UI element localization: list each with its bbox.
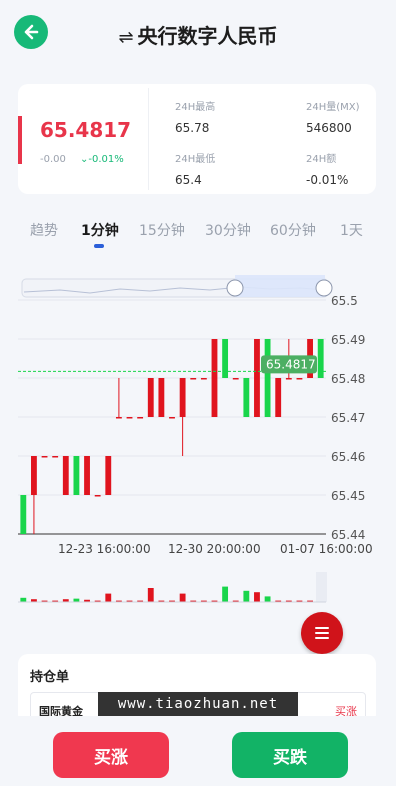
y-tick-label: 65.5 [331, 294, 358, 308]
candle-body [211, 339, 218, 417]
price-change-pct-value: -0.01% [88, 154, 124, 165]
candle-body [264, 339, 271, 417]
tab-trend[interactable]: 趋势 [30, 220, 58, 240]
interval-tabs: 趋势 1分钟 15分钟 30分钟 60分钟 1天 [18, 220, 378, 250]
candle-body [126, 417, 133, 419]
volume-bar [105, 593, 112, 602]
candle-body [200, 378, 207, 380]
tab-30min[interactable]: 30分钟 [205, 220, 251, 240]
last-price-label: 65.4817 [266, 357, 316, 371]
y-tick-label: 65.47 [331, 411, 365, 425]
tab-60min[interactable]: 60分钟 [270, 220, 316, 240]
candle-body [275, 378, 282, 417]
price-accent-bar [18, 116, 22, 164]
menu-icon [315, 627, 329, 639]
stat-volume: 24H量(MX) 546800 [306, 98, 360, 135]
candle-body [147, 378, 154, 417]
candle-body [222, 339, 229, 378]
stat-amount: 24H额 -0.01% [306, 150, 348, 187]
x-tick-label: 12-30 20:00:00 [168, 542, 261, 556]
volume-bar [264, 596, 271, 602]
current-price: 65.4817 [40, 118, 132, 142]
stat-value: -0.01% [306, 173, 349, 187]
candle-body [31, 456, 37, 495]
candle-body [296, 378, 303, 380]
navigator-handle-left [226, 279, 244, 297]
candle-body [73, 456, 80, 495]
volume-bar [20, 597, 27, 602]
candle-body [41, 456, 48, 458]
candle-body [232, 378, 239, 380]
stat-value: 546800 [306, 121, 352, 135]
y-tick-label: 65.45 [331, 489, 365, 503]
kline-chart[interactable]: 65.5 65.49 65.48 65.47 65.46 65.45 65.44 65.481… [0, 262, 396, 612]
stat-label: 24H量(MX) [306, 102, 360, 113]
volume-bar [73, 598, 80, 602]
candle-body [169, 417, 175, 419]
y-tick-label: 65.46 [331, 450, 365, 464]
candle-body [254, 339, 260, 417]
navigator-window [235, 275, 325, 297]
buy-up-button[interactable]: 买涨 [53, 732, 169, 778]
tab-1day[interactable]: 1天 [340, 220, 363, 240]
volume-bar [243, 590, 250, 602]
top-bar: ⇌ 央行数字人民币 [0, 0, 396, 68]
y-tick-label: 65.48 [331, 372, 365, 386]
candle-body [20, 495, 27, 534]
x-tick-label: 12-23 16:00:00 [58, 542, 151, 556]
candle-body [52, 456, 59, 458]
navigator-handle-right [315, 279, 333, 297]
y-tick-label: 65.49 [331, 333, 365, 347]
candle-body [84, 456, 90, 495]
stat-label: 24H最低 [175, 154, 216, 165]
stat-label: 24H最高 [175, 102, 216, 113]
volume-bar [179, 593, 186, 602]
candle-body [317, 339, 324, 378]
x-tick-label: 01-07 16:00:00 [280, 542, 373, 556]
page-title: ⇌ 央行数字人民币 [0, 20, 396, 49]
stat-value: 65.4 [175, 173, 202, 187]
price-change-pct: ⌄-0.01% [80, 154, 124, 165]
stat-value: 65.78 [175, 121, 210, 135]
stat-low: 24H最低 65.4 [175, 150, 215, 187]
tab-1min[interactable]: 1分钟 [81, 220, 119, 240]
volume-bar [222, 586, 229, 602]
quote-divider [148, 88, 149, 190]
price-change: -0.00 [40, 154, 66, 165]
candle-body [190, 378, 197, 380]
volume-bar [147, 588, 154, 602]
candle-body [115, 417, 122, 419]
stat-high: 24H最高 65.78 [175, 98, 215, 135]
volume-bar [254, 592, 260, 602]
candle-body [179, 378, 186, 417]
candle-body [285, 378, 292, 380]
candle-body [137, 417, 144, 419]
candle-body [94, 495, 101, 497]
buy-down-button[interactable]: 买跌 [232, 732, 348, 778]
positions-title: 持仓单 [30, 670, 70, 685]
swap-icon[interactable]: ⇌ [118, 27, 133, 48]
menu-button[interactable] [301, 612, 343, 654]
active-tab-indicator [94, 244, 104, 248]
candle-body [105, 456, 112, 495]
y-tick-label: 65.44 [331, 528, 365, 542]
tab-15min[interactable]: 15分钟 [139, 220, 185, 240]
watermark-banner: www.tiaozhuan.net [98, 692, 298, 716]
quote-card: 65.4817 -0.00 ⌄-0.01% 24H最高 65.78 24H量(M… [18, 84, 376, 194]
stat-label: 24H额 [306, 154, 337, 165]
bottom-action-bar: 买涨 买跌 [0, 716, 396, 786]
volume-current-marker [316, 572, 327, 602]
candle-body [62, 456, 69, 495]
candle-body [158, 378, 165, 417]
page-title-text: 央行数字人民币 [137, 24, 278, 48]
candle-body [243, 378, 250, 417]
